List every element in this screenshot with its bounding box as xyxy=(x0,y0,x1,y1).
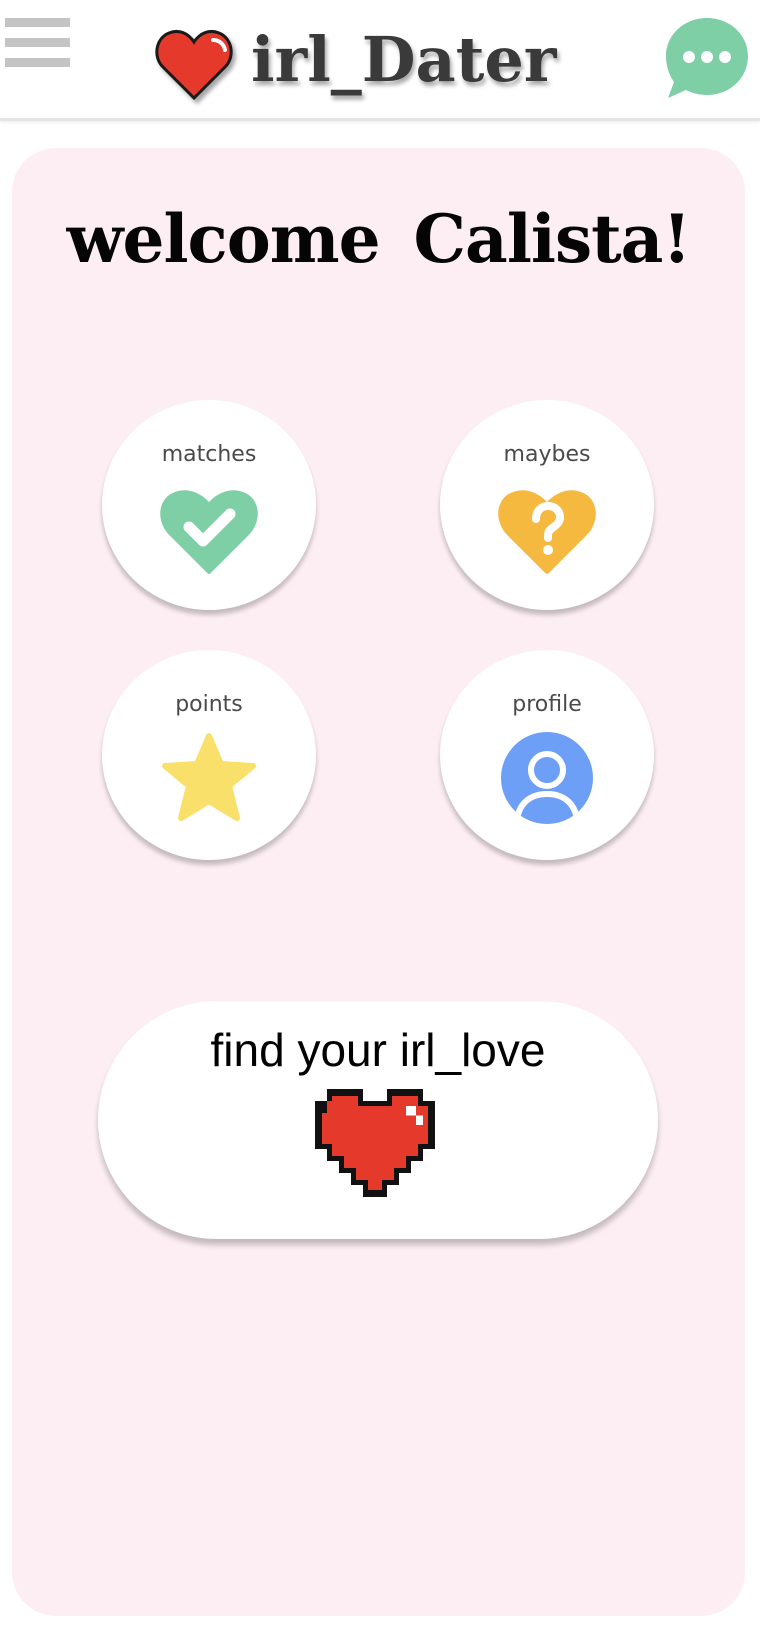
chat-bubble-icon[interactable] xyxy=(662,14,752,102)
find-love-label: find your irl_love xyxy=(210,1024,546,1076)
maybes-label: maybes xyxy=(503,442,591,467)
heart-icon xyxy=(155,29,233,100)
find-love-button[interactable]: find your irl_love xyxy=(98,1001,658,1239)
maybes-button[interactable]: maybes xyxy=(440,400,654,610)
star-icon xyxy=(162,733,256,821)
profile-button[interactable]: profile xyxy=(440,650,654,860)
user-avatar-icon xyxy=(501,732,593,824)
matches-button[interactable]: matches xyxy=(102,400,316,610)
matches-label: matches xyxy=(161,442,257,467)
app-header: irl_Dater xyxy=(0,0,760,121)
pixel-heart-icon xyxy=(315,1089,435,1197)
heart-question-icon xyxy=(498,490,596,574)
app-title: irl_Dater xyxy=(251,23,557,96)
app-logo: irl_Dater xyxy=(155,24,556,104)
main-card: welcome Calista! matches maybes points p… xyxy=(12,148,745,1616)
hamburger-menu-icon[interactable] xyxy=(5,18,70,74)
welcome-heading: welcome Calista! xyxy=(66,200,692,278)
points-button[interactable]: points xyxy=(102,650,316,860)
heart-check-icon xyxy=(160,490,258,574)
profile-label: profile xyxy=(512,692,582,717)
points-label: points xyxy=(175,692,243,717)
